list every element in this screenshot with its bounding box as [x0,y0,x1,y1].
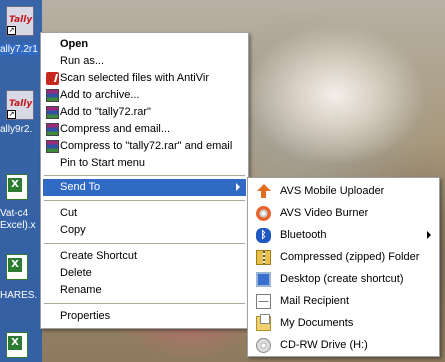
tally-icon: Tally ↗ [6,6,34,36]
menu-item-label: AVS Mobile Uploader [280,185,385,197]
menu-item-add-to-archive[interactable]: Add to archive... [43,87,246,104]
menu-item-label: Add to archive... [60,89,140,101]
menu-item-label: Rename [60,284,102,296]
menu-item-create-shortcut[interactable]: Create Shortcut [43,248,246,265]
menu-item-properties[interactable]: Properties [43,308,246,325]
menu-item-compress-to-rar-email[interactable]: Compress to "tally72.rar" and email [43,138,246,155]
tally-icon: Tally ↗ [6,90,34,120]
menu-item-label: My Documents [280,317,354,329]
menu-item-label: Create Shortcut [60,250,138,262]
sendto-cd-rw-drive[interactable]: CD-RW Drive (H:) [250,334,437,356]
upload-arrow-icon [256,184,271,199]
sendto-avs-video-burner[interactable]: AVS Video Burner [250,202,437,224]
desktop-icon-partial[interactable]: X [0,330,42,362]
menu-item-label: Bluetooth [280,229,327,241]
menu-item-label: Compress and email... [60,123,171,135]
menu-item-label: Compressed (zipped) Folder [280,251,420,263]
menu-item-label: Scan selected files with AntiVir [60,72,209,84]
desktop-icon-vat-excel[interactable]: X Vat-c4 Excel).x [0,172,42,232]
zip-folder-icon [256,250,271,265]
menu-item-copy[interactable]: Copy [43,222,246,239]
bluetooth-icon: ᛒ [256,228,271,243]
submenu-arrow-icon [427,231,431,239]
desktop-icon-tally-72[interactable]: Tally ↗ ally7.2r1 [0,4,42,60]
disc-burner-icon [256,206,271,221]
desktop-icon-label-line2: Excel).x [0,220,36,231]
sendto-desktop-shortcut[interactable]: Desktop (create shortcut) [250,268,437,290]
cd-drive-icon [256,338,271,353]
desktop-icon-label: HARES. [0,290,38,301]
menu-item-label: Add to "tally72.rar" [60,106,151,118]
menu-item-scan-antivir[interactable]: Scan selected files with AntiVir [43,70,246,87]
desktop-icon-label: ally7.2r1 [0,44,38,55]
sendto-my-documents[interactable]: My Documents [250,312,437,334]
submenu-arrow-icon [236,183,240,191]
winrar-icon [46,89,59,102]
sendto-avs-mobile-uploader[interactable]: AVS Mobile Uploader [250,180,437,202]
menu-item-label: CD-RW Drive (H:) [280,339,368,351]
menu-item-open[interactable]: Open [43,36,246,53]
sendto-compressed-folder[interactable]: Compressed (zipped) Folder [250,246,437,268]
shortcut-arrow-icon: ↗ [7,110,16,119]
menu-item-label: Mail Recipient [280,295,350,307]
menu-item-send-to[interactable]: Send To [43,179,246,196]
documents-folder-icon [256,314,271,331]
menu-item-pin-start[interactable]: Pin to Start menu [43,155,246,172]
context-menu: Open Run as... Scan selected files with … [40,32,249,329]
menu-item-label: Run as... [60,55,105,67]
menu-item-compress-email[interactable]: Compress and email... [43,121,246,138]
sendto-mail-recipient[interactable]: Mail Recipient [250,290,437,312]
menu-separator [44,303,245,304]
shortcut-arrow-icon: ↗ [7,26,16,35]
desktop-icon [256,272,271,287]
excel-file-icon: X [6,332,28,358]
desktop-icon-shares[interactable]: X HARES. [0,252,42,302]
menu-item-label: Pin to Start menu [60,157,145,169]
menu-separator [44,243,245,244]
antivir-icon [46,72,59,85]
menu-item-add-to-rar[interactable]: Add to "tally72.rar" [43,104,246,121]
excel-file-icon: X [6,254,28,280]
menu-item-cut[interactable]: Cut [43,205,246,222]
menu-item-label: AVS Video Burner [280,207,369,219]
send-to-submenu: AVS Mobile Uploader AVS Video Burner ᛒ Bl… [247,177,440,357]
sendto-bluetooth[interactable]: ᛒ Bluetooth [250,224,437,246]
desktop-icon-label: ally9r2. [0,124,33,135]
menu-item-label: Cut [60,207,78,219]
winrar-icon [46,123,59,136]
mail-icon [256,294,271,309]
menu-item-label: Delete [60,267,92,279]
menu-item-label: Properties [60,310,111,322]
menu-separator [44,175,245,176]
desktop-icon-label: Vat-c4 [0,208,29,219]
menu-item-label: Compress to "tally72.rar" and email [60,140,233,152]
excel-file-icon: X [6,174,28,200]
menu-item-delete[interactable]: Delete [43,265,246,282]
winrar-icon [46,140,59,153]
menu-item-label: Open [60,38,89,50]
desktop-icon-tally-9[interactable]: Tally ↗ ally9r2. [0,88,42,140]
menu-separator [44,200,245,201]
menu-item-label: Desktop (create shortcut) [280,273,404,285]
menu-item-run-as[interactable]: Run as... [43,53,246,70]
menu-item-label: Copy [60,224,86,236]
winrar-icon [46,106,59,119]
menu-item-rename[interactable]: Rename [43,282,246,299]
menu-item-label: Send To [60,181,101,193]
